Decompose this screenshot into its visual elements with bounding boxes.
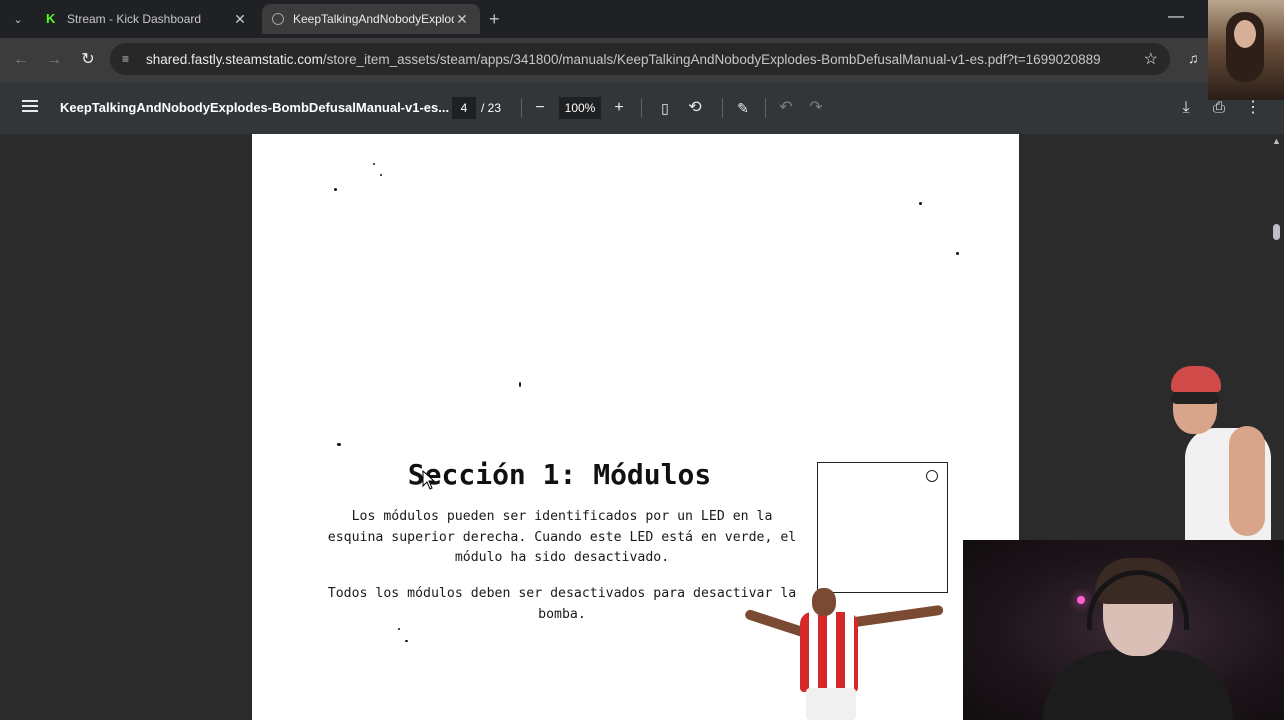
url-path: /store_item_assets/steam/apps/341800/man… — [322, 51, 1101, 67]
player-shorts — [806, 688, 856, 720]
tab-title: KeepTalkingAndNobodyExplodes — [293, 12, 454, 26]
back-arrow-icon[interactable]: ← — [10, 49, 32, 71]
stream-overlay-fan-sticker — [1165, 366, 1283, 540]
paper-speck — [373, 163, 375, 165]
player-head — [812, 588, 836, 616]
forward-arrow-icon[interactable]: → — [43, 49, 65, 71]
zoom-level-input[interactable]: 100% — [559, 97, 601, 119]
download-icon[interactable]: ⤓ — [1175, 97, 1197, 119]
paper-speck — [337, 443, 341, 446]
url-host: shared.fastly.steamstatic.com — [146, 51, 323, 67]
hamburger-menu-icon[interactable] — [22, 100, 38, 112]
fan-arm — [1229, 426, 1265, 536]
browser-toolbar: ← → ↻ ≡ shared.fastly.steamstatic.com/st… — [0, 38, 1284, 82]
site-info-tune-icon[interactable]: ≡ — [122, 52, 136, 66]
close-icon[interactable]: ✕ — [232, 11, 248, 28]
paper-speck — [919, 202, 922, 205]
rgb-light — [1077, 596, 1085, 604]
paper-speck — [334, 188, 337, 191]
page-number-input[interactable]: 4 — [452, 97, 476, 119]
bookmark-star-icon[interactable]: ☆ — [1144, 49, 1158, 69]
fit-page-icon[interactable]: ▯ — [654, 97, 676, 119]
undo-icon[interactable]: ↶ — [775, 97, 797, 119]
tab-title: Stream - Kick Dashboard — [67, 12, 202, 26]
led-indicator-icon — [926, 470, 938, 482]
fan-sunglasses — [1171, 392, 1219, 404]
rotate-icon[interactable]: ⟲ — [684, 97, 706, 119]
paper-speck — [956, 252, 959, 255]
pdf-document-title: KeepTalkingAndNobodyExplodes-BombDefusal… — [60, 100, 450, 115]
paragraph-disarm-all: Todos los módulos deben ser desactivados… — [327, 586, 797, 622]
module-diagram — [817, 462, 948, 593]
redo-icon[interactable]: ↷ — [805, 97, 827, 119]
pdf-toolbar: KeepTalkingAndNobodyExplodes-BombDefusal… — [0, 82, 1284, 134]
print-icon[interactable]: ⎙ — [1208, 97, 1230, 119]
tab-search-chevron-icon[interactable]: ⌄ — [6, 8, 30, 30]
paragraph-modules-led: Los módulos pueden ser identificados por… — [327, 509, 797, 565]
player-arm-right — [847, 604, 944, 628]
zoom-out-icon[interactable]: − — [529, 97, 551, 119]
mouse-cursor-icon — [422, 470, 436, 490]
scroll-up-arrow-icon[interactable]: ▲ — [1272, 136, 1281, 146]
tab-strip: ⌄ K Stream - Kick Dashboard ✕ KeepTalkin… — [0, 0, 1284, 38]
paper-speck — [380, 174, 382, 176]
section-title: Sección 1: Módulos — [407, 458, 712, 491]
divider — [521, 98, 522, 118]
divider — [722, 98, 723, 118]
stream-overlay-cam-top — [1208, 0, 1284, 100]
paper-speck — [519, 382, 521, 387]
more-options-icon[interactable]: ⋮ — [1242, 97, 1264, 119]
webcam-person-shoulders — [1043, 650, 1233, 720]
paper-speck — [405, 640, 408, 642]
address-bar[interactable]: ≡ shared.fastly.steamstatic.com/store_it… — [110, 43, 1170, 75]
reload-icon[interactable]: ↻ — [77, 49, 99, 71]
new-tab-plus-icon[interactable]: + — [489, 9, 500, 30]
paper-speck — [398, 628, 400, 630]
close-icon[interactable]: ✕ — [454, 11, 470, 28]
streamer-webcam — [963, 540, 1284, 720]
page-total: / 23 — [481, 101, 502, 115]
globe-icon — [272, 13, 284, 25]
divider — [765, 98, 766, 118]
zoom-in-icon[interactable]: + — [608, 97, 630, 119]
fan-cap — [1171, 366, 1221, 392]
minimize-window-icon[interactable]: — — [1168, 8, 1184, 26]
overlay-person-face — [1234, 20, 1256, 48]
stream-overlay-football-player — [736, 588, 950, 720]
tab-pdf-manual[interactable]: KeepTalkingAndNobodyExplodes ✕ — [262, 4, 480, 34]
player-jersey — [800, 612, 858, 692]
annotate-pen-icon[interactable]: ✎ — [732, 97, 754, 119]
media-control-icon[interactable]: ♫ — [1188, 50, 1199, 66]
kick-icon: K — [46, 11, 56, 26]
url-text: shared.fastly.steamstatic.com/store_item… — [146, 52, 1101, 67]
tab-kick-dashboard[interactable]: K Stream - Kick Dashboard ✕ — [36, 4, 258, 34]
scrollbar-thumb[interactable] — [1273, 224, 1280, 240]
divider — [641, 98, 642, 118]
